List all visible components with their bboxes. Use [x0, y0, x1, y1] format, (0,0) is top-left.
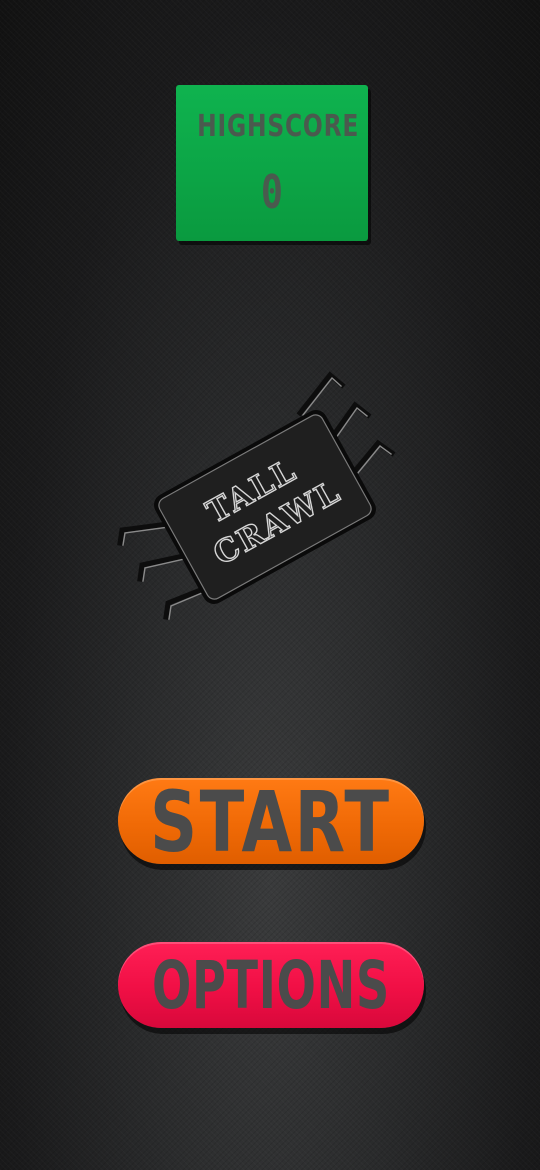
start-button-label-wrap: START — [118, 773, 424, 871]
spider-chip-icon: TALL CRAWL — [117, 371, 396, 620]
options-button[interactable]: OPTIONS — [118, 942, 424, 1028]
highscore-value: 0 — [260, 165, 284, 219]
highscore-label: HIGHSCORE — [197, 109, 360, 144]
options-button-label: OPTIONS — [152, 946, 390, 1024]
main-menu-screen: { "highscore": { "label": "HIGHSCORE", "… — [0, 0, 540, 1170]
game-logo: TALL CRAWL — [117, 371, 396, 620]
start-button-label: START — [150, 773, 392, 871]
highscore-panel: HIGHSCORE 0 — [176, 85, 368, 241]
start-button[interactable]: START — [118, 773, 424, 871]
options-button-label-wrap: OPTIONS — [118, 942, 424, 1028]
